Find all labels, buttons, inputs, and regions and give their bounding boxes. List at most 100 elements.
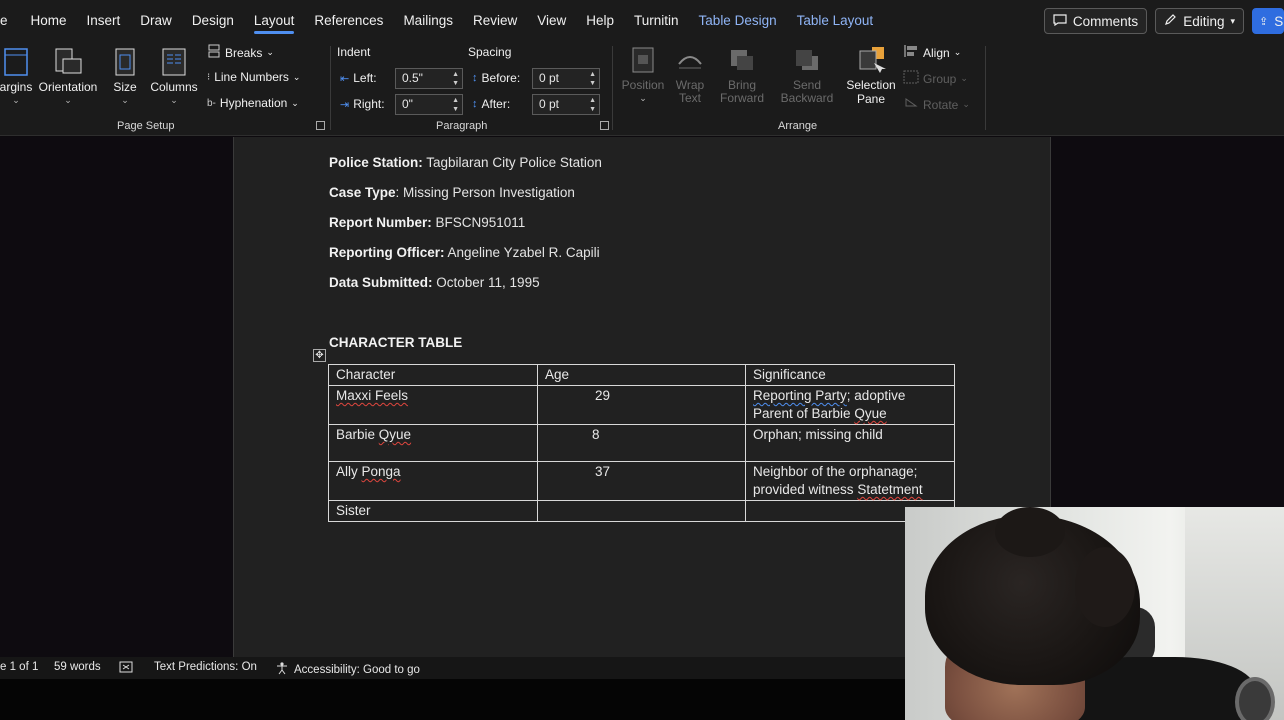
margins-icon [4,46,28,78]
table-move-handle-icon[interactable]: ✥ [313,349,326,362]
spacing-before-label: ↕ Before: [472,71,520,85]
ribbon: argins ⌄ Orientation ⌄ Size ⌄ Columns ⌄ … [0,40,1284,136]
table-cell[interactable]: Maxxi Feels [328,385,538,425]
tab-references[interactable]: References [304,0,393,40]
tab-table-layout[interactable]: Table Layout [787,0,884,40]
spacing-after-value: 0 pt [539,97,560,111]
tab-turnitin[interactable]: Turnitin [624,0,689,40]
bring-forward-button[interactable]: Bring Forward [713,44,771,104]
text-predictions-status[interactable]: Text Predictions: On [154,661,257,673]
tab-table-design[interactable]: Table Design [689,0,787,40]
reporting-officer-line[interactable]: Reporting Officer: Angeline Yzabel R. Ca… [329,245,600,260]
page-count[interactable]: e 1 of 1 [0,661,38,673]
indent-left-input[interactable]: 0.5" ▲ ▼ [395,68,463,89]
table-cell[interactable]: Orphan; missing child [745,424,955,462]
tab-home[interactable]: Home [21,0,77,40]
cell-text: Reporting Party [753,388,847,403]
proofing-status[interactable] [119,661,133,676]
table-cell[interactable]: Neighbor of the orphanage; provided witne… [745,461,955,501]
align-button[interactable]: Align ⌄ [903,44,961,61]
chevron-down-icon: ⌄ [639,93,647,103]
send-backward-icon [792,44,822,76]
report-number-line[interactable]: Report Number: BFSCN951011 [329,215,525,230]
spin-arrows-icon[interactable]: ▲ ▼ [589,70,596,88]
tab-help[interactable]: Help [576,0,624,40]
spin-arrows-icon[interactable]: ▲ ▼ [589,96,596,114]
send-backward-button[interactable]: Send Backward [774,44,840,104]
table-cell[interactable]: Sister [328,500,538,522]
rotate-icon [903,96,919,113]
selection-pane-button[interactable]: Selection Pane [843,44,899,107]
table-header-cell[interactable]: Significance [745,364,955,386]
tab-layout[interactable]: Layout [244,0,305,40]
accessibility-status[interactable]: Accessibility: Good to go [275,661,420,678]
spacing-after-input[interactable]: 0 pt ▲ ▼ [532,94,600,115]
table-title[interactable]: CHARACTER TABLE [329,335,462,350]
accessibility-icon [275,661,289,678]
table-cell[interactable]: Ally Ponga [328,461,538,501]
page-setup-launcher-icon[interactable] [316,121,325,130]
comments-button[interactable]: Comments [1043,8,1148,34]
orientation-button[interactable]: Orientation ⌄ [38,46,98,105]
paragraph-launcher-icon[interactable] [600,121,609,130]
margins-button[interactable]: argins ⌄ [0,46,32,105]
chevron-down-icon: ⌄ [291,97,299,108]
spacing-header: Spacing [468,45,512,59]
spin-arrows-icon[interactable]: ▲ ▼ [452,70,459,88]
line-numbers-label: Line Numbers [214,70,289,84]
table-cell[interactable] [537,500,746,522]
cell-text: Ponga [361,464,401,479]
spin-arrows-icon[interactable]: ▲ ▼ [452,96,459,114]
character-table[interactable]: Character Age Significance Maxxi Feels 2… [328,364,955,522]
indent-right-input[interactable]: 0" ▲ ▼ [395,94,463,115]
share-button[interactable]: ⇪ S [1252,8,1284,34]
word-count[interactable]: 59 words [54,661,101,673]
table-cell[interactable]: 37 [537,461,746,501]
case-type-line[interactable]: Case Type: Missing Person Investigation [329,185,575,200]
group-icon [903,70,919,87]
spacing-before-input[interactable]: 0 pt ▲ ▼ [532,68,600,89]
hyphenation-label: Hyphenation [219,96,288,110]
selection-pane-label-2: Pane [856,92,886,106]
table-cell[interactable]: 29 [537,385,746,425]
spacing-before-icon: ↕ [472,72,478,84]
group-button[interactable]: Group ⌄ [903,70,968,87]
wrap-text-button[interactable]: Wrap Text [670,44,710,104]
table-header-cell[interactable]: Character [328,364,538,386]
field-label: Data Submitted: [329,275,433,290]
spacing-after-text: After: [481,97,511,111]
share-label: S [1274,13,1284,29]
tab-file[interactable]: e [0,0,21,40]
table-cell[interactable]: Barbie Qyue [328,424,538,462]
editing-label: Editing [1183,13,1225,29]
cell-text: ; adoptive [846,388,906,403]
table-header-cell[interactable]: Age [537,364,746,386]
spacing-after-label: ↕ After: [472,97,510,111]
police-station-line[interactable]: Police Station: Tagbilaran City Police S… [329,155,602,170]
rotate-button[interactable]: Rotate ⌄ [903,96,970,113]
tab-view[interactable]: View [527,0,576,40]
size-button[interactable]: Size ⌄ [110,46,140,105]
breaks-button[interactable]: Breaks ⌄ [207,44,274,61]
field-value: Tagbilaran City Police Station [422,155,602,170]
tab-draw[interactable]: Draw [130,0,182,40]
table-cell[interactable]: 8 [537,424,746,462]
tab-mailings[interactable]: Mailings [393,0,463,40]
editing-mode-button[interactable]: Editing ▾ [1155,8,1244,34]
table-cell[interactable]: Reporting Party; adoptive Parent of Barbi… [745,385,955,425]
columns-button[interactable]: Columns ⌄ [148,46,200,105]
cell-text: 8 [592,427,600,442]
share-icon: ⇪ [1259,15,1269,28]
line-numbers-button[interactable]: ⁝ Line Numbers ⌄ [207,70,300,84]
data-submitted-line[interactable]: Data Submitted: October 11, 1995 [329,275,540,290]
tab-review[interactable]: Review [463,0,527,40]
hyphenation-icon: b‐ [207,97,216,109]
spacing-before-text: Before: [481,71,521,85]
webcam-overlay [905,507,1284,720]
indent-right-label: ⇥ Right: [340,97,385,111]
tab-design[interactable]: Design [182,0,244,40]
position-button[interactable]: Position ⌄ [620,44,666,103]
chevron-down-icon: ⌄ [962,99,970,109]
hyphenation-button[interactable]: b‐ Hyphenation ⌄ [207,96,299,110]
tab-insert[interactable]: Insert [77,0,131,40]
